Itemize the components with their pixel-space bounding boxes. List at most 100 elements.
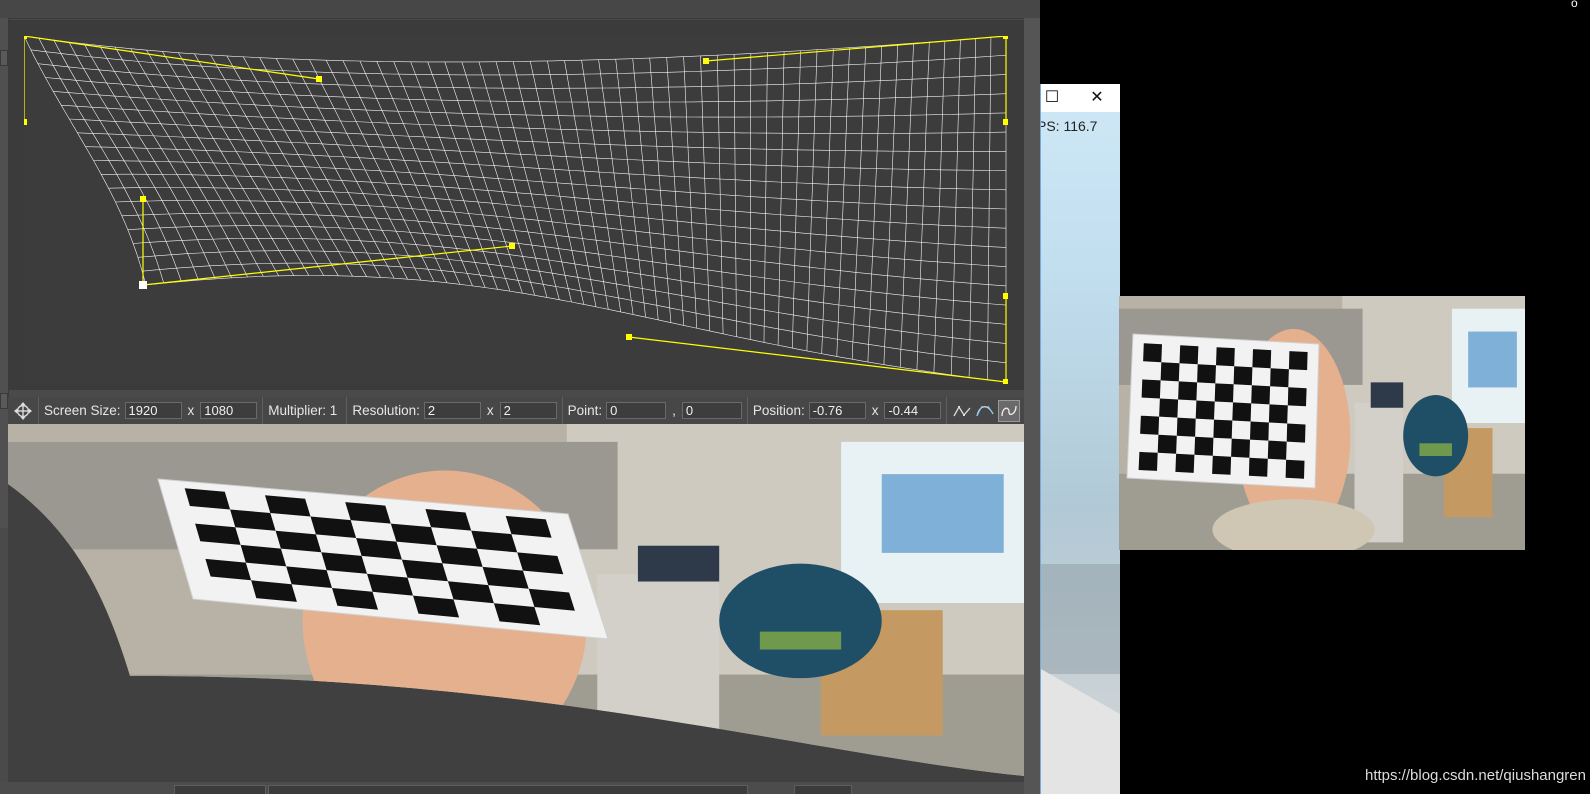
screen-width-input[interactable] [124, 402, 182, 419]
multiplier-group: Multiplier: 1 [262, 397, 346, 424]
checker-square [1248, 457, 1268, 477]
edge-tab[interactable] [0, 393, 8, 409]
checker-square [1138, 451, 1158, 471]
bottom-field[interactable] [174, 785, 266, 794]
window-sky [881, 474, 1004, 553]
grid-row-line [30, 49, 1007, 76]
resolution-y-input[interactable] [499, 402, 557, 419]
checker-square [1285, 459, 1305, 479]
resolution-separator: x [486, 403, 494, 418]
checker-square [1159, 398, 1179, 418]
checker-square [1252, 349, 1272, 369]
checker-square [1216, 347, 1235, 367]
grid-row-line [137, 250, 1007, 344]
checker-square [1195, 400, 1215, 420]
monitor [1370, 382, 1404, 408]
checker-square [1251, 385, 1271, 405]
position-x-input[interactable] [808, 402, 866, 419]
checker-square [1194, 436, 1214, 456]
control-point-handle [1003, 379, 1009, 385]
checker-square [1287, 387, 1307, 407]
linear-curve-icon[interactable] [952, 401, 972, 421]
checker-square [1231, 438, 1250, 458]
editor-right-border [1024, 18, 1040, 794]
resolution-group: Resolution: x [346, 397, 561, 424]
warped-preview-image [8, 424, 1024, 782]
warped-preview-panel [8, 424, 1024, 782]
screen-height-input[interactable] [200, 402, 258, 419]
grid-row-line [77, 132, 1007, 171]
checker-square [1213, 419, 1233, 439]
checker-square [1214, 383, 1234, 403]
bezier-curve-icon[interactable] [975, 401, 995, 421]
move-tool-group [8, 397, 38, 424]
control-point-handle [1003, 33, 1009, 39]
position-group: Position: x [746, 397, 947, 424]
point-group: Point: , [561, 397, 747, 424]
control-point-handle [1003, 293, 1009, 299]
green-bag [1419, 443, 1452, 457]
position-y-input[interactable] [884, 402, 942, 419]
point-label: Point: [567, 403, 603, 418]
position-label: Position: [752, 403, 805, 418]
screen-size-group: Screen Size: x [38, 397, 262, 424]
checker-square [1250, 421, 1269, 441]
checker-square [1286, 423, 1306, 443]
editor-top-strip [0, 0, 1040, 19]
warp-grid-lines [23, 35, 1007, 383]
grid-row-line [37, 63, 1007, 89]
checker-square [1141, 379, 1161, 399]
spline-curve-icon[interactable] [998, 399, 1021, 422]
grid-row-line [69, 118, 1007, 152]
corner-icon: ȯ [1571, 0, 1578, 10]
point-separator: , [672, 403, 676, 418]
checker-square [1267, 440, 1287, 460]
bottom-field[interactable] [794, 785, 852, 794]
resolution-label: Resolution: [352, 403, 420, 418]
multiplier-label: Multiplier: 1 [268, 403, 338, 418]
grid-row-line [127, 225, 1007, 306]
checker-square [1288, 351, 1308, 371]
control-point-handle [140, 196, 146, 202]
checker-square [1143, 343, 1162, 363]
checker-square [1197, 364, 1216, 384]
checkerboard [1126, 333, 1320, 489]
editor-bottom-bar [0, 782, 1040, 794]
move-icon[interactable] [13, 401, 33, 421]
screen-size-separator: x [187, 403, 195, 418]
grid-column-line [23, 35, 147, 286]
control-line [705, 35, 1007, 62]
office-chair [1403, 395, 1469, 477]
warp-grid-canvas[interactable] [21, 33, 1009, 385]
control-point-handle [509, 243, 515, 249]
warp-grid-svg[interactable] [21, 33, 1009, 385]
monitor [637, 545, 720, 582]
warp-editor-window: Screen Size: x Multiplier: 1 Resolution:… [0, 0, 1040, 794]
warp-grid-panel[interactable] [8, 20, 1024, 390]
resolution-x-input[interactable] [423, 402, 481, 419]
bottom-field[interactable] [268, 785, 748, 794]
checker-square [1175, 453, 1195, 473]
control-line [23, 35, 320, 80]
grid-row-line [133, 238, 1007, 325]
grid-row-line [142, 262, 1007, 364]
point-y-input[interactable] [681, 402, 742, 419]
checker-square [1178, 381, 1198, 401]
checker-square [1268, 404, 1288, 424]
green-bag [759, 631, 842, 650]
checker-square [1232, 402, 1252, 422]
camera-feed-image [1119, 296, 1525, 550]
control-point-handle [21, 33, 27, 39]
checker-square [1233, 366, 1253, 386]
control-point-handle [21, 119, 27, 125]
control-point-handle [703, 58, 709, 64]
edge-tab[interactable] [0, 50, 8, 66]
control-line [628, 336, 1007, 383]
control-line [142, 245, 513, 286]
office-chair [719, 563, 882, 679]
point-x-input[interactable] [606, 402, 667, 419]
window-sky [1468, 331, 1517, 388]
grid-row-line [61, 104, 1007, 134]
checker-square [1270, 368, 1289, 388]
checker-square [1176, 417, 1196, 437]
